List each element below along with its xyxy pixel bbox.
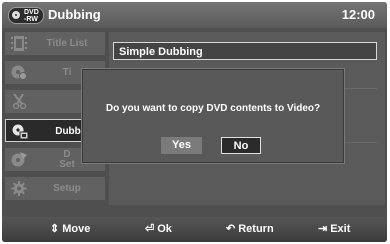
page-title: Dubbing (48, 7, 101, 22)
sidebar-item-setup[interactable]: Setup (5, 177, 105, 200)
sidebar-item-label: Title List (46, 37, 88, 49)
ok-hint: ⏎ Ok (145, 223, 172, 236)
dubbing-icon (12, 124, 28, 139)
panel-title: Simple Dubbing (113, 42, 377, 60)
disc-icon (12, 11, 20, 19)
move-hint: ⇕ Move (50, 223, 90, 236)
title-bar: DVD -RW Dubbing 12:00 (2, 2, 387, 28)
dvd-menu-screen: DVD -RW Dubbing 12:00 Title List Ti Dubb… (2, 2, 387, 242)
disc-type-label: DVD (24, 9, 39, 16)
ok-label: Ok (157, 223, 172, 235)
control-hints-bar: ⇕ Move ⏎ Ok ↶ Return ⇥ Exit (2, 217, 387, 242)
disc-settings-icon (11, 152, 27, 167)
clock: 12:00 (341, 7, 375, 22)
confirm-dialog: Do you want to copy DVD contents to Vide… (82, 69, 344, 163)
exit-icon: ⇥ (318, 223, 328, 235)
return-arrow-icon: ↶ (226, 223, 236, 235)
sidebar-item-title-list[interactable]: Title List (5, 32, 105, 55)
up-down-arrows-icon: ⇕ (50, 223, 60, 235)
move-label: Move (62, 223, 91, 235)
disc-gear-icon (11, 65, 27, 80)
exit-hint: ⇥ Exit (318, 223, 350, 236)
yes-button[interactable]: Yes (161, 137, 202, 154)
disc-format-label: -RW (24, 16, 38, 23)
exit-label: Exit (330, 223, 351, 235)
scissors-icon (12, 94, 27, 109)
return-hint: ↶ Return (226, 223, 274, 236)
enter-icon: ⏎ (145, 223, 155, 235)
sidebar-item-label: Setup (53, 182, 81, 194)
dvd-rw-badge: DVD -RW (8, 7, 44, 24)
no-button[interactable]: No (221, 137, 261, 154)
gear-icon (11, 181, 27, 196)
dialog-message: Do you want to copy DVD contents to Vide… (105, 103, 321, 114)
return-label: Return (238, 223, 274, 235)
film-strip-icon (11, 36, 27, 51)
